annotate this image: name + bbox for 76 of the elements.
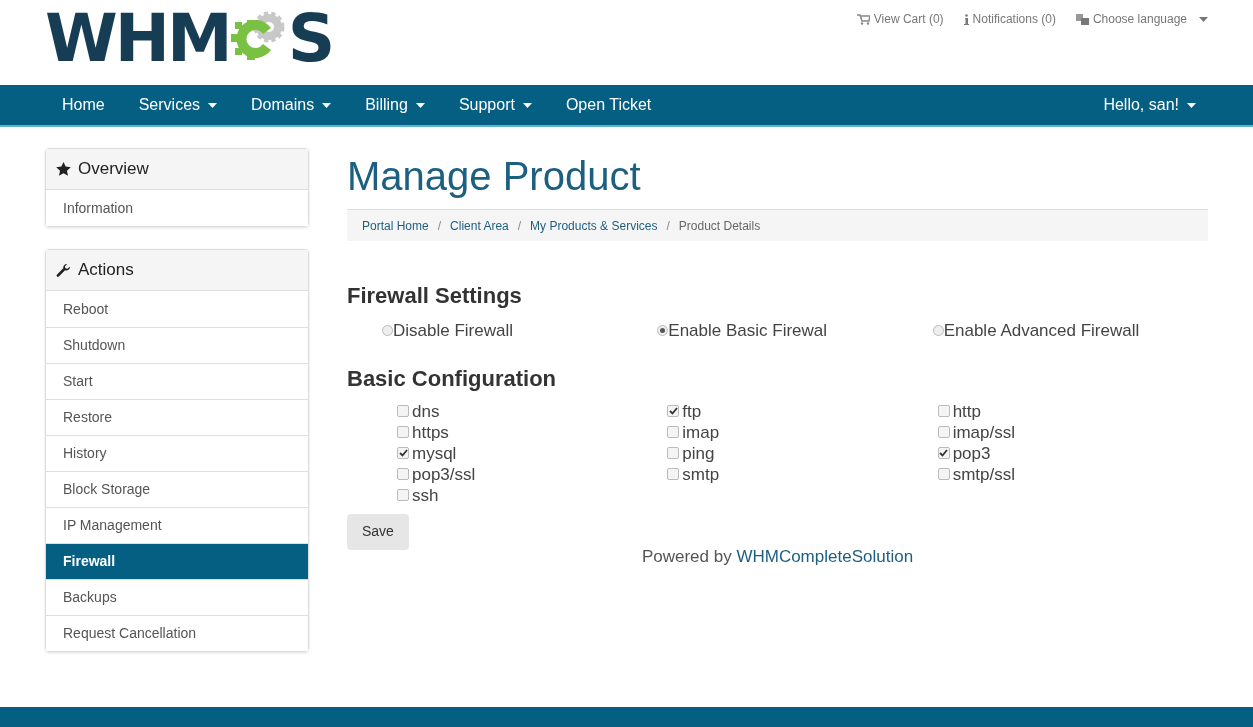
radio-button[interactable] (932, 325, 944, 337)
breadcrumb-link[interactable]: Client Area (450, 216, 509, 235)
sidebar-item[interactable]: Reboot (46, 291, 308, 327)
sidebar-item[interactable]: Request Cancellation (46, 615, 308, 651)
checkbox[interactable] (397, 468, 409, 480)
checkbox[interactable] (937, 426, 950, 438)
checkbox[interactable] (937, 405, 950, 417)
cart-icon (856, 13, 870, 25)
powered-by-text: Powered by (641, 546, 732, 566)
checkbox-label: http (952, 400, 981, 422)
checkbox[interactable] (667, 405, 680, 417)
sidebar-item[interactable]: History (46, 435, 308, 471)
checkbox-label: ftp (682, 400, 702, 422)
checkbox[interactable] (397, 405, 409, 417)
checkbox[interactable] (397, 426, 409, 438)
checkbox[interactable] (937, 447, 950, 459)
footer-link[interactable]: WHMCompleteSolution (736, 546, 914, 566)
star-icon (56, 162, 71, 176)
page-title: Manage Product (347, 156, 642, 196)
radio-label: Enable Advanced Firewall (943, 320, 1140, 342)
radio-label: Disable Firewall (393, 320, 513, 342)
sidebar-item[interactable]: Information (46, 190, 308, 226)
top-link[interactable]: Choose language (1092, 10, 1187, 28)
checkbox-label: imap (682, 421, 720, 443)
panel-title: Actions (78, 259, 134, 282)
breadcrumb-link[interactable]: My Products & Services (530, 216, 658, 235)
checkbox[interactable] (937, 468, 950, 480)
checkbox[interactable] (667, 468, 680, 480)
nav-item[interactable]: Home (45, 93, 122, 117)
logo[interactable]: WHM S (45, 6, 333, 72)
logo-text[interactable]: WHM (45, 6, 230, 72)
breadcrumb-separator: / (437, 217, 442, 235)
checkbox[interactable] (397, 447, 409, 459)
breadcrumb-link[interactable]: Portal Home (362, 216, 429, 235)
panel-title: Overview (78, 158, 149, 181)
language-icon (1075, 13, 1089, 25)
radio-label: Enable Basic Firewal (668, 320, 828, 342)
nav-item[interactable]: Support (441, 93, 549, 117)
top-link[interactable]: Notifications (0) (972, 10, 1056, 28)
nav-item[interactable]: Domains (234, 93, 349, 117)
top-link[interactable]: View Cart (0) (873, 10, 944, 28)
checkbox-label: mysql (412, 442, 457, 464)
logo-text[interactable]: S (287, 6, 333, 72)
sidebar-item[interactable]: Shutdown (46, 327, 308, 363)
sidebar-item[interactable]: IP Management (46, 507, 308, 543)
section-heading: Basic Configuration (347, 364, 557, 393)
checkbox-label: smtp (682, 463, 720, 485)
wrench-icon (56, 262, 71, 278)
checkbox-label: pop3 (952, 442, 991, 464)
sidebar-item[interactable]: Backups (46, 579, 308, 615)
breadcrumb-separator: / (517, 217, 522, 235)
user-menu[interactable]: Hello, san! (1103, 93, 1208, 117)
checkbox-label: dns (412, 400, 440, 422)
checkbox-label: pop3/ssl (412, 463, 476, 485)
sidebar-item[interactable]: Block Storage (46, 471, 308, 507)
checkbox[interactable] (667, 426, 680, 438)
nav-item[interactable]: Billing (348, 93, 442, 117)
nav-item[interactable]: Open Ticket (548, 93, 669, 117)
radio-button[interactable] (382, 325, 393, 337)
section-heading: Firewall Settings (347, 282, 523, 310)
nav-item[interactable]: Services (121, 93, 235, 117)
checkbox-label: imap/ssl (952, 421, 1015, 443)
checkbox[interactable] (397, 489, 409, 501)
checkbox-label: https (412, 421, 449, 443)
breadcrumb-link[interactable]: Product Details (678, 216, 761, 235)
radio-button[interactable] (657, 325, 669, 337)
info-icon (963, 13, 969, 25)
save-button[interactable]: Save (347, 513, 409, 550)
breadcrumb-separator: / (666, 217, 670, 235)
sidebar-item[interactable]: Start (46, 363, 308, 399)
sidebar-item[interactable]: Restore (46, 399, 308, 435)
checkbox-label: smtp/ssl (952, 463, 1015, 485)
checkbox[interactable] (667, 447, 680, 459)
sidebar-item[interactable]: Firewall (46, 543, 308, 579)
checkbox-label: ssh (412, 484, 439, 506)
checkbox-label: ping (682, 442, 715, 464)
